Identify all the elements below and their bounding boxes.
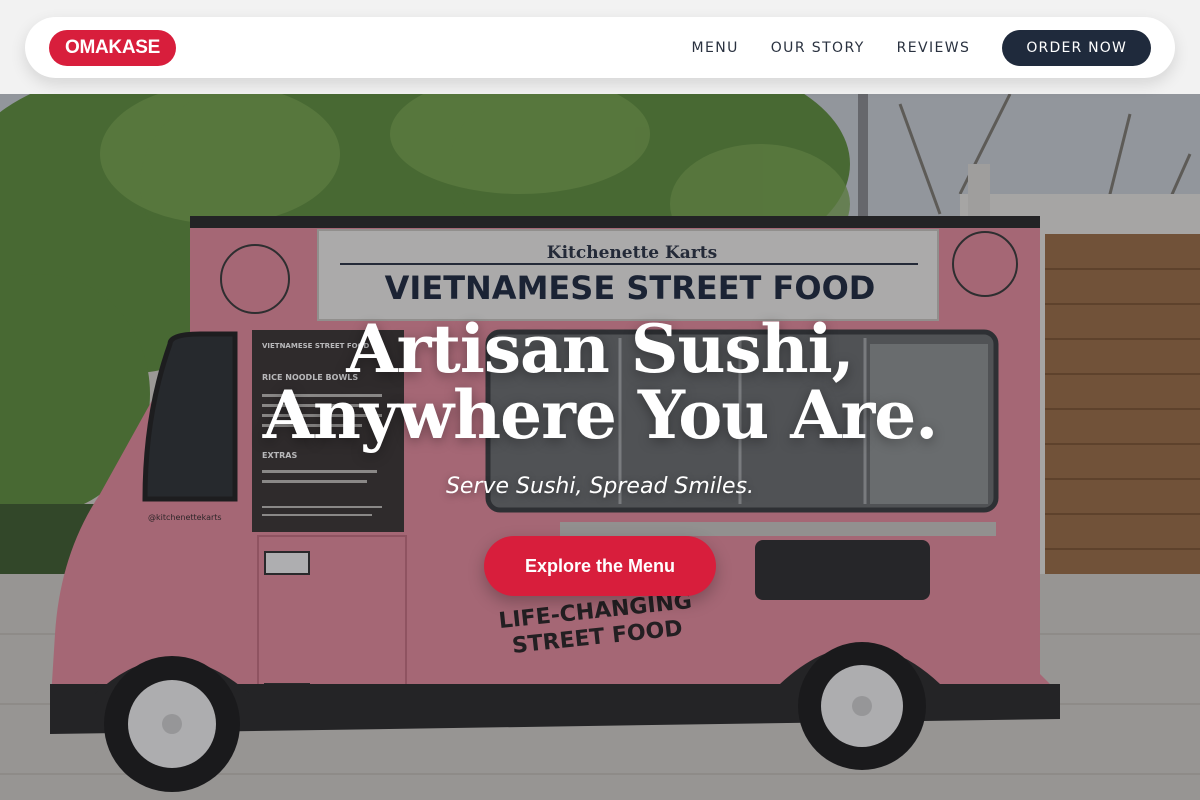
explore-menu-button[interactable]: Explore the Menu [484, 536, 716, 596]
order-now-button[interactable]: ORDER NOW [1002, 29, 1151, 66]
nav-link-our-story[interactable]: OUR STORY [771, 40, 865, 56]
hero-title: Artisan Sushi, Anywhere You Are. [0, 316, 1200, 448]
hero-title-line-2: Anywhere You Are. [262, 376, 938, 454]
nav-link-menu[interactable]: MENU [692, 40, 739, 56]
top-nav: OMAKASE MENU OUR STORY REVIEWS ORDER NOW [25, 17, 1175, 78]
hero-title-line-1: Artisan Sushi, [346, 310, 854, 388]
nav-links: MENU OUR STORY REVIEWS ORDER NOW [692, 29, 1151, 66]
nav-link-reviews[interactable]: REVIEWS [897, 40, 971, 56]
logo[interactable]: OMAKASE [49, 29, 177, 66]
hero-subtitle: Serve Sushi, Spread Smiles. [445, 474, 755, 499]
hero-section: Kitchenette Karts VIETNAMESE STREET FOOD… [0, 94, 1200, 800]
